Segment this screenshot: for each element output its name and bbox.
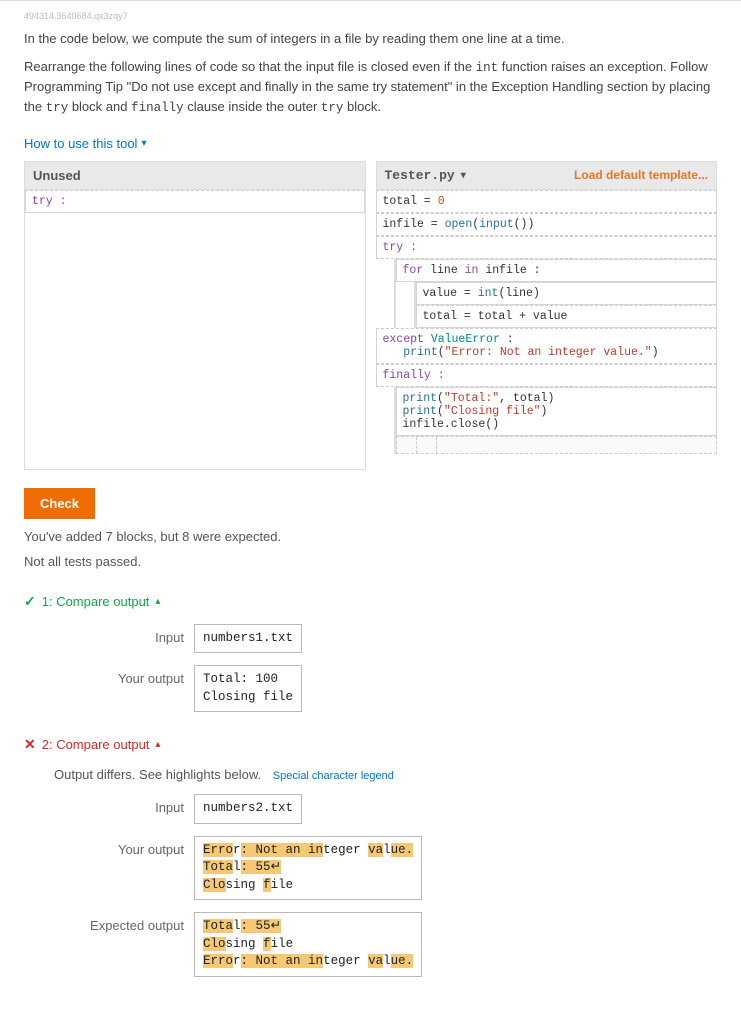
code-block[interactable]: total = 0	[376, 190, 718, 213]
code-block[interactable]: value = int(line)	[416, 282, 718, 305]
expected-output-diff: Total: 55↵ Closing file Error: Not an in…	[194, 912, 422, 977]
expected-output-label: Expected output	[54, 912, 194, 933]
your-output-value: Total: 100 Closing file	[194, 665, 302, 712]
page-id: 494314.3640684.qx3zqy7	[24, 11, 717, 21]
chevron-up-icon: ▴	[155, 596, 160, 607]
filename-label: Tester.py	[385, 168, 455, 183]
unused-header-label: Unused	[33, 168, 81, 183]
code-block[interactable]: print("Total:", total)print("Closing fil…	[396, 387, 718, 436]
chevron-down-icon[interactable]: ▾	[461, 170, 466, 181]
code-block[interactable]: for line in infile :	[396, 259, 718, 282]
x-icon: ✕	[24, 736, 36, 753]
intro-line-1: In the code below, we compute the sum of…	[24, 29, 717, 49]
code-block[interactable]: try :	[376, 236, 718, 259]
code-block[interactable]: finally :	[376, 364, 718, 387]
code-block[interactable]: infile = open(input())	[376, 213, 718, 236]
check-icon: ✓	[24, 593, 36, 610]
chevron-down-icon: ▾	[141, 138, 146, 149]
special-char-legend-link[interactable]: Special character legend	[273, 770, 394, 782]
input-value: numbers2.txt	[194, 794, 302, 824]
input-label: Input	[54, 624, 194, 645]
test-2-header[interactable]: ✕ 2: Compare output ▴	[24, 736, 160, 753]
tool-link-label: How to use this tool	[24, 136, 137, 151]
tester-panel-header: Tester.py ▾ Load default template...	[376, 161, 718, 190]
code-block[interactable]: except ValueError : print("Error: Not an…	[376, 328, 718, 364]
intro-line-2: Rearrange the following lines of code so…	[24, 57, 717, 118]
kw-finally: finally	[131, 101, 184, 115]
load-default-template-link[interactable]: Load default template...	[574, 168, 708, 182]
unused-panel[interactable]: try :	[24, 190, 366, 470]
code-block[interactable]: total = total + value	[416, 305, 718, 328]
test-1-header[interactable]: ✓ 1: Compare output ▴	[24, 593, 160, 610]
feedback-tests: Not all tests passed.	[24, 554, 717, 569]
unused-code-block[interactable]: try :	[25, 190, 365, 213]
input-label: Input	[54, 794, 194, 815]
feedback-blocks-count: You've added 7 blocks, but 8 were expect…	[24, 529, 717, 544]
tester-code-area[interactable]: total = 0 infile = open(input()) try : f…	[376, 190, 718, 470]
how-to-use-tool-link[interactable]: How to use this tool ▾	[24, 136, 146, 151]
kw-try: try	[46, 101, 69, 115]
test-1-title: 1: Compare output	[42, 594, 150, 609]
unused-panel-header: Unused	[24, 161, 366, 190]
kw-try-2: try	[321, 101, 344, 115]
your-output-label: Your output	[54, 665, 194, 686]
chevron-up-icon: ▴	[155, 739, 160, 750]
instructions: In the code below, we compute the sum of…	[24, 29, 717, 118]
insert-slot[interactable]	[396, 436, 718, 454]
diff-message: Output differs. See highlights below. Sp…	[54, 767, 717, 782]
your-output-label: Your output	[54, 836, 194, 857]
your-output-diff: Error: Not an integer value. Total: 55↵ …	[194, 836, 422, 901]
test-2-title: 2: Compare output	[42, 737, 150, 752]
kw-int: int	[476, 61, 499, 75]
input-value: numbers1.txt	[194, 624, 302, 654]
check-button[interactable]: Check	[24, 488, 95, 519]
